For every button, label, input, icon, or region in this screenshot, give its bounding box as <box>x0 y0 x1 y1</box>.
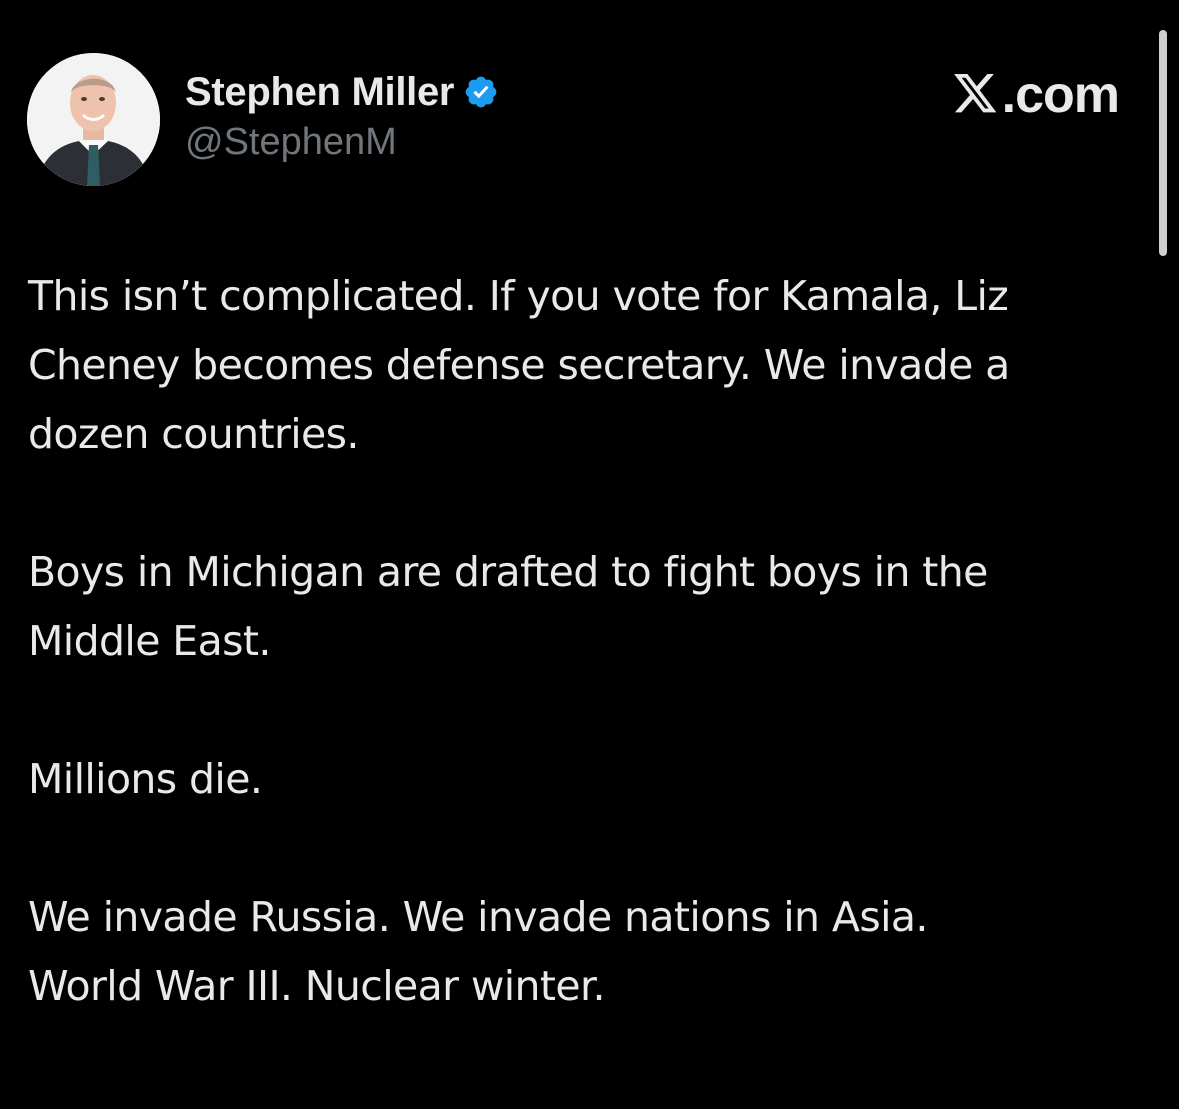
post-paragraph: This isn’t complicated. If you vote for … <box>28 272 1010 458</box>
x-logo-icon <box>953 74 998 116</box>
post-paragraph: Boys in Michigan are drafted to fight bo… <box>28 548 988 665</box>
brand-mark: .com <box>953 66 1120 124</box>
post-paragraph: Millions die. <box>28 755 263 803</box>
author-names: Stephen Miller @StephenM <box>185 69 499 164</box>
display-name-row: Stephen Miller <box>185 69 499 115</box>
post-text: This isn’t complicated. If you vote for … <box>28 262 1148 1021</box>
author-handle[interactable]: @StephenM <box>185 121 499 164</box>
author-avatar[interactable] <box>27 53 160 186</box>
post-paragraph: We invade Russia. We invade nations in A… <box>28 893 928 1010</box>
author-display-name[interactable]: Stephen Miller <box>185 70 454 115</box>
verified-badge-icon <box>463 74 499 110</box>
post-card: Stephen Miller @StephenM .com This isn’t <box>0 0 1179 1109</box>
post-header: Stephen Miller @StephenM .com <box>27 53 1137 188</box>
avatar-image <box>27 53 160 186</box>
brand-domain-text: .com <box>1001 66 1120 124</box>
scrollbar-thumb[interactable] <box>1159 30 1167 256</box>
